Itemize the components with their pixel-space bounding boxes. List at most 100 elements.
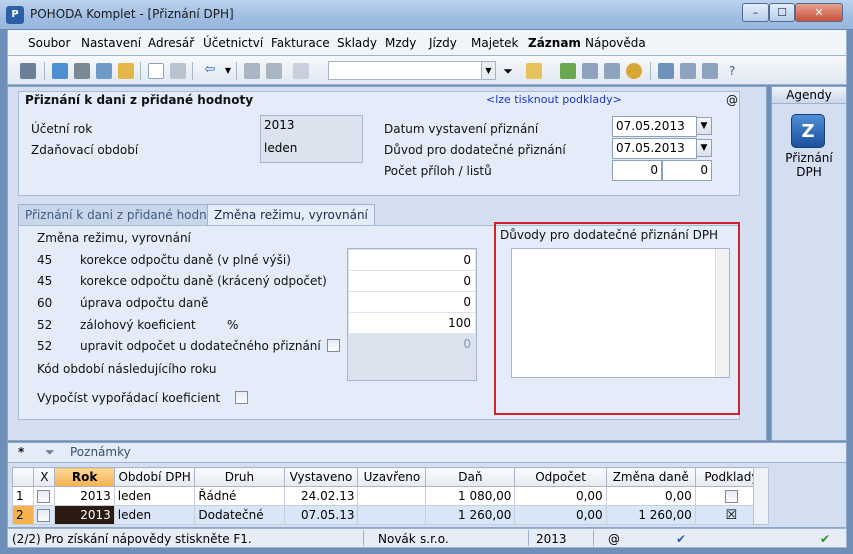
menu-majetek[interactable]: Majetek — [471, 36, 518, 50]
agenda-item-label[interactable]: Přiznání DPH — [776, 151, 842, 179]
table-row-selected[interactable]: 2 2013 leden Dodatečné 07.05.13 1 260,00… — [11, 505, 769, 525]
menu-soubor[interactable]: Soubor — [28, 36, 70, 50]
chevron-down-icon[interactable]: ▼ — [696, 117, 712, 135]
row-code: 45 — [37, 253, 53, 267]
mail-icon[interactable] — [658, 63, 674, 79]
pohoda-app-icon[interactable]: P — [6, 6, 24, 24]
menu-adresar[interactable]: Adresář — [148, 36, 194, 50]
cell-obdobi[interactable]: leden — [113, 505, 196, 525]
maximize-button[interactable]: ☐ — [769, 3, 795, 22]
tab-priznani[interactable]: Přiznání k dani z přidané hodnoty — [18, 204, 233, 225]
filter-icon[interactable]: ⏷ — [500, 63, 516, 79]
cell-uzavreno[interactable] — [357, 505, 427, 525]
korekce-plna-field[interactable]: 0 — [349, 250, 475, 270]
datum-vystaveni-field[interactable]: 07.05.2013 — [612, 116, 697, 137]
vypocist-checkbox[interactable] — [235, 391, 248, 404]
cell-vystaveno[interactable]: 07.05.13 — [283, 505, 359, 525]
scrollbar[interactable] — [715, 249, 729, 377]
column-header[interactable]: Změna daně — [605, 467, 696, 487]
notes-icon[interactable] — [702, 63, 718, 79]
cell-vystaveno[interactable]: 24.02.13 — [283, 486, 359, 506]
priznani-dph-icon[interactable]: Z — [791, 114, 825, 148]
menu-jizdy[interactable]: Jízdy — [429, 36, 457, 50]
scrollbar[interactable] — [753, 467, 769, 525]
pocet-listu-field[interactable]: 0 — [662, 160, 712, 181]
minimize-button[interactable]: – — [742, 3, 769, 22]
record-icon[interactable] — [244, 63, 260, 79]
record2-icon[interactable] — [266, 63, 282, 79]
cell-druh[interactable]: Dodatečné — [194, 505, 285, 525]
column-header[interactable]: Odpočet — [514, 467, 607, 487]
upravit-odpocet-value: 0 — [463, 337, 471, 351]
menu-nastaveni[interactable]: Nastavení — [81, 36, 141, 50]
tab-new-record[interactable]: * — [18, 445, 24, 459]
korekce-kraceny-field[interactable]: 0 — [349, 271, 475, 291]
uprava-odpoctu-field[interactable]: 0 — [349, 292, 475, 312]
print-icon[interactable] — [74, 63, 90, 79]
menu-fakturace[interactable]: Fakturace — [271, 36, 330, 50]
menu-ucetnictvi[interactable]: Účetnictví — [203, 36, 263, 50]
menu-zaznam[interactable]: Záznam — [528, 36, 581, 50]
list-icon[interactable] — [680, 63, 696, 79]
duvod-field[interactable]: 07.05.2013 — [612, 138, 697, 159]
toolbar-combo[interactable]: ▼ — [328, 61, 496, 80]
back-icon[interactable]: ⇦ — [202, 63, 218, 79]
copy-icon[interactable] — [293, 63, 309, 79]
pocet-priloh-field[interactable]: 0 — [612, 160, 662, 181]
chevron-down-icon[interactable]: ▼ — [696, 139, 712, 157]
cell-odpocet[interactable]: 0,00 — [514, 486, 607, 506]
column-header[interactable]: Uzavřeno — [357, 467, 427, 487]
help-icon[interactable]: ? — [724, 63, 740, 79]
at-icon[interactable]: @ — [726, 93, 738, 107]
duvody-textarea[interactable] — [511, 248, 730, 378]
cell-uzavreno[interactable] — [357, 486, 427, 506]
cell-zmena[interactable]: 1 260,00 — [605, 505, 696, 525]
delete-icon[interactable] — [170, 63, 186, 79]
cell-dan[interactable]: 1 080,00 — [425, 486, 516, 506]
calendar-icon[interactable] — [604, 63, 620, 79]
tab-zmena-rezimu[interactable]: Změna režimu, vyrovnání — [207, 204, 375, 226]
cell-odpocet[interactable]: 0,00 — [514, 505, 607, 525]
column-header[interactable]: Druh — [194, 467, 285, 487]
menu-bar: Soubor Nastavení Adresář Účetnictví Fakt… — [7, 30, 847, 55]
column-header[interactable]: X — [33, 467, 56, 487]
tab-poznamky[interactable]: Poznámky — [70, 445, 131, 459]
column-header[interactable]: Daň — [425, 467, 516, 487]
menu-sklady[interactable]: Sklady — [337, 36, 377, 50]
print-preview-icon[interactable] — [96, 63, 112, 79]
print-link[interactable]: <lze tisknout podklady> — [486, 93, 622, 106]
status-separator — [363, 530, 364, 546]
menu-napoveda[interactable]: Nápověda — [585, 36, 646, 50]
cell-rok[interactable]: 2013 — [54, 486, 115, 506]
grid-tabs: * ⏷ Poznámky — [8, 443, 846, 463]
dropdown-icon[interactable]: ▼ — [220, 63, 236, 79]
calculator-icon[interactable] — [582, 63, 598, 79]
row-checkbox[interactable] — [33, 505, 56, 525]
exit-icon[interactable] — [20, 63, 36, 79]
cell-druh[interactable]: Řádné — [194, 486, 285, 506]
column-header — [11, 467, 35, 487]
coins-icon[interactable] — [626, 63, 642, 79]
link-icon[interactable] — [560, 63, 576, 79]
export-icon[interactable] — [118, 63, 134, 79]
duvod-label: Důvod pro dodatečné přiznání — [384, 143, 566, 157]
column-header[interactable]: Období DPH — [113, 467, 196, 487]
new-icon[interactable] — [148, 63, 164, 79]
save-icon[interactable] — [52, 63, 68, 79]
cell-dan[interactable]: 1 260,00 — [425, 505, 516, 525]
cell-rok[interactable]: 2013 — [54, 505, 115, 525]
column-header-rok[interactable]: Rok — [54, 467, 115, 487]
cell-obdobi[interactable]: leden — [113, 486, 196, 506]
row-checkbox[interactable] — [33, 486, 56, 506]
zalohovy-koeficient-field[interactable]: 100 — [349, 313, 475, 333]
filter-icon[interactable]: ⏷ — [45, 445, 55, 460]
menu-mzdy[interactable]: Mzdy — [385, 36, 416, 50]
column-header[interactable]: Vystaveno — [283, 467, 359, 487]
folder-icon[interactable] — [526, 63, 542, 79]
chevron-down-icon[interactable]: ▼ — [481, 62, 495, 79]
cell-zmena[interactable]: 0,00 — [605, 486, 696, 506]
upravit-odpocet-checkbox[interactable] — [327, 339, 340, 352]
close-button[interactable]: ✕ — [795, 3, 843, 22]
zdanovaci-obdobi-value: leden — [264, 141, 298, 155]
table-row[interactable]: 1 2013 leden Řádné 24.02.13 1 080,00 0,0… — [11, 486, 769, 506]
